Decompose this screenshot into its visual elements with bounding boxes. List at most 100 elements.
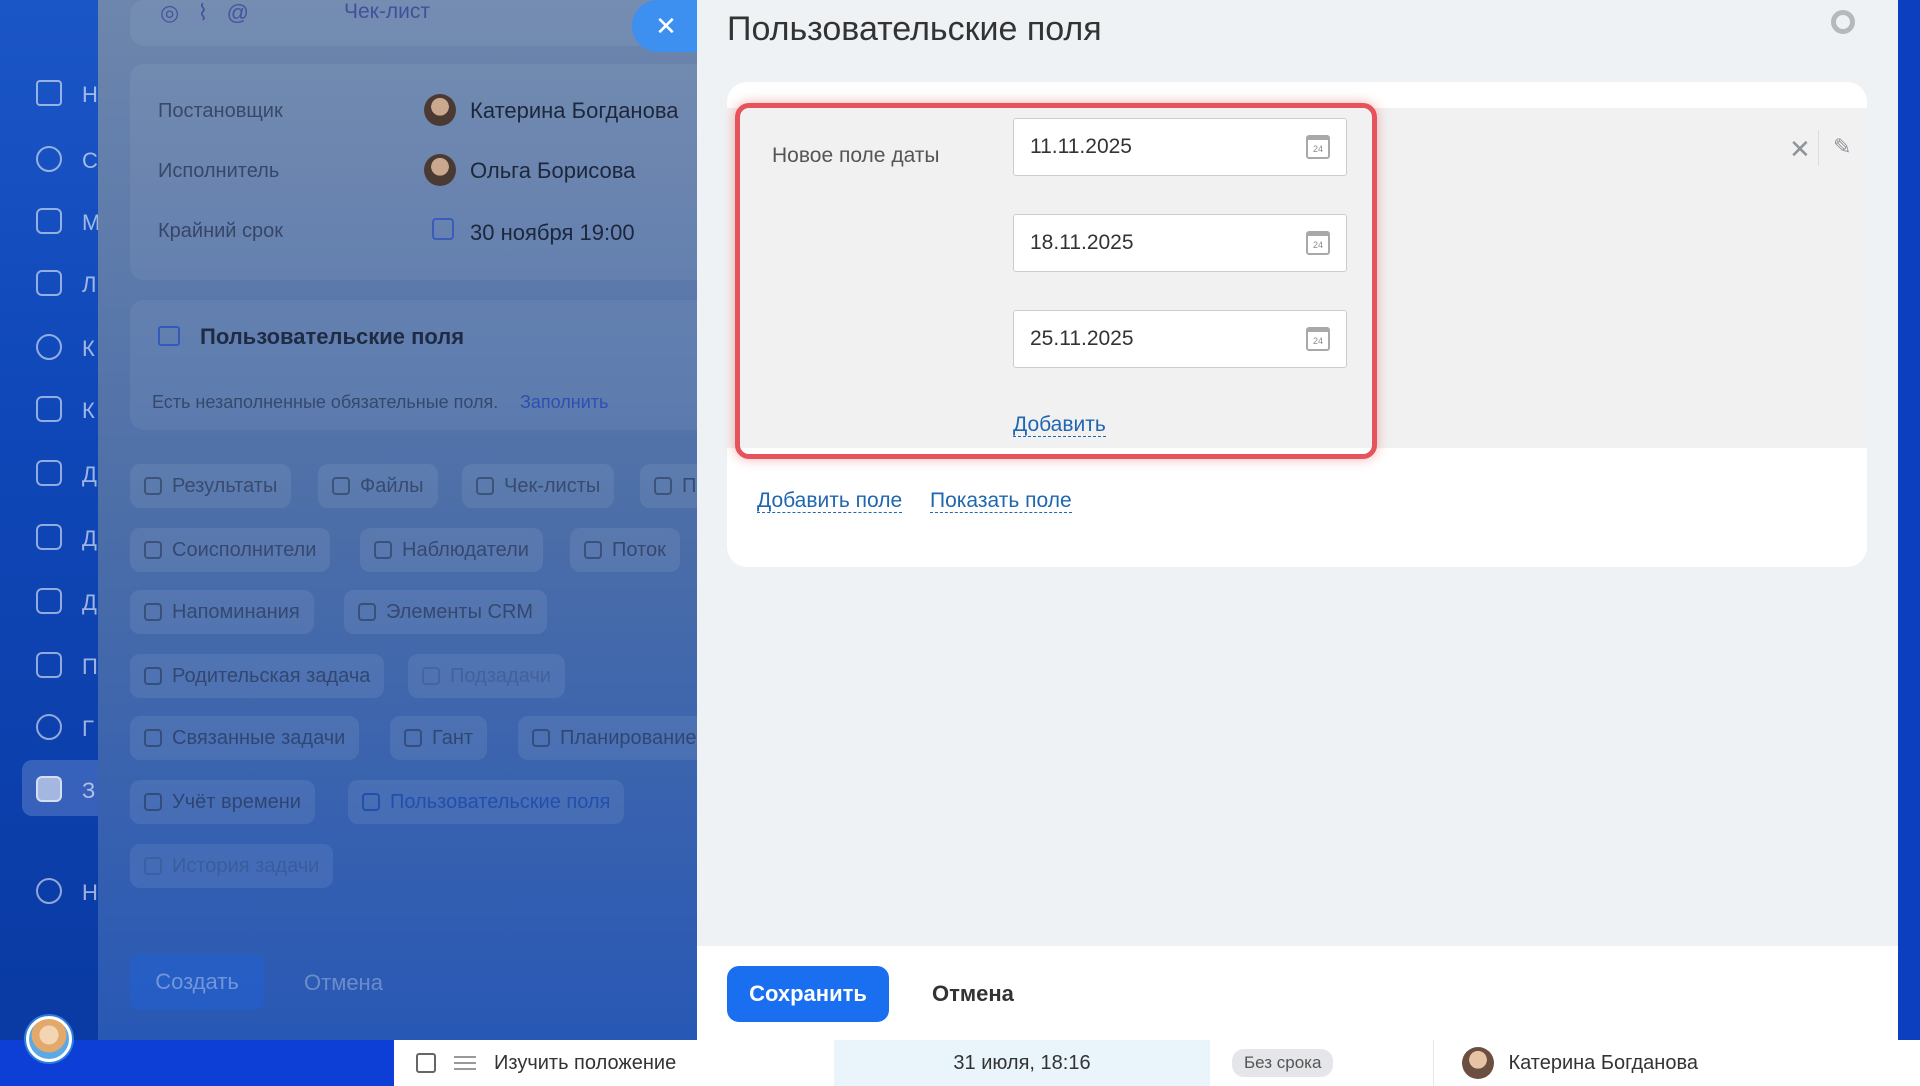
row-checkbox[interactable] [416,1053,436,1073]
assistant-avatar[interactable] [26,1016,72,1062]
table-row[interactable]: Изучить положение 31 июля, 18:16 Без сро… [394,1040,1920,1086]
cancel-button[interactable]: Отмена [932,981,1014,1007]
doc-icon[interactable] [36,524,62,550]
notice-text: Есть незаполненные обязательные поля. [152,392,499,412]
save-button[interactable]: Сохранить [727,966,889,1022]
assignee-label: Исполнитель [158,160,280,182]
bell-icon [144,603,162,621]
crm-icon [358,603,376,621]
mail-icon[interactable] [36,652,62,678]
left-sidebar: Н С М Л К К Д Д Д П Г З Н [0,0,100,1040]
planning-icon [532,729,550,747]
drive-icon[interactable] [36,460,62,486]
results-icon [144,477,162,495]
custom-fields-icon [362,793,380,811]
close-icon: ✕ [655,10,677,41]
task-date: 31 июля, 18:16 [953,1051,1091,1074]
custom-fields-icon [158,326,180,346]
clock-icon [144,793,162,811]
settings-icon[interactable] [36,878,62,904]
group-icon[interactable] [36,714,62,740]
cube-icon[interactable] [36,334,62,360]
avatar [424,154,456,186]
chip-checklists[interactable]: Чек-листы [462,464,615,508]
divider [1818,130,1819,166]
subtask-icon [422,667,440,685]
gantt-icon [404,729,422,747]
creator-name[interactable]: Катерина Богданова [470,98,679,124]
sidebar-item-label: Н [82,82,98,107]
chip-history[interactable]: История задачи [130,844,334,888]
highlight-frame [735,103,1377,459]
create-button[interactable]: Создать [130,954,264,1010]
deadline-label: Крайний срок [158,220,284,242]
chip-files[interactable]: Файлы [318,464,438,508]
sidebar-item-label: Г [82,716,94,741]
calendar-icon [432,218,454,240]
task-title[interactable]: Изучить положение [494,1052,834,1075]
feed-icon[interactable] [36,270,62,296]
sidebar-item-label: Д [82,526,97,551]
deadline-value[interactable]: 30 ноября 19:00 [470,220,635,246]
sidebar-item-label: З [82,778,96,803]
task-form-overlay: ◎ ⌇ @ Чек-лист Постановщик Катерина Богд… [98,0,730,1040]
tasks-icon[interactable] [36,776,62,802]
avatar [424,94,456,126]
chip-reminders[interactable]: Напоминания [130,590,314,634]
panel-footer: Сохранить Отмена [697,946,1898,1040]
cancel-button[interactable]: Отмена [304,970,383,996]
flow-icon [584,541,602,559]
chip-flow[interactable]: Поток [570,528,680,572]
sidebar-item-label: Д [82,590,97,615]
chip-gantt[interactable]: Гант [390,716,488,760]
chip-results[interactable]: Результаты [130,464,292,508]
link-icon [144,729,162,747]
edit-pencil-icon[interactable]: ✎ [1833,134,1851,160]
parent-task-icon [144,667,162,685]
eye-icon [374,541,392,559]
delete-field-icon[interactable]: ✕ [1789,134,1811,165]
task-date-cell: 31 июля, 18:16 [834,1040,1210,1086]
collab-icon[interactable] [36,146,62,172]
gear-icon[interactable] [1831,10,1855,34]
panel-edge [1898,0,1920,1040]
sidebar-item-label: Н [82,880,98,905]
board-icon[interactable] [36,588,62,614]
chip-coassignees[interactable]: Соисполнители [130,528,331,572]
toolbar-checklist[interactable]: Чек-лист [344,0,430,24]
add-field-link[interactable]: Добавить поле [757,490,903,513]
home-icon[interactable] [36,80,62,106]
clip-icon [332,477,350,495]
folder-icon [654,477,672,495]
chip-crm[interactable]: Элементы CRM [344,590,548,634]
creator-label: Постановщик [158,100,283,122]
custom-fields-title: Пользовательские поля [200,324,465,349]
chip-related-tasks[interactable]: Связанные задачи [130,716,360,760]
drag-handle-icon[interactable] [454,1056,476,1070]
history-icon [144,857,162,875]
chip-planning[interactable]: Планирование [518,716,711,760]
sidebar-item-label: П [82,654,98,679]
user-icon [144,541,162,559]
sidebar-item-label: С [82,148,98,173]
sidebar-item-label: К [82,336,95,361]
toolbar-icons: ◎ ⌇ @ [160,0,249,25]
column-divider [1433,1040,1435,1086]
chip-custom-fields[interactable]: Пользовательские поля [348,780,625,824]
chip-subtasks[interactable]: Подзадачи [408,654,565,698]
assignee-name[interactable]: Ольга Борисова [470,158,635,184]
show-field-link[interactable]: Показать поле [930,490,1072,513]
sidebar-item-label: Д [82,462,97,487]
checklist-icon [476,477,494,495]
chip-observers[interactable]: Наблюдатели [360,528,543,572]
avatar [1462,1047,1495,1079]
chip-time-tracking[interactable]: Учёт времени [130,780,315,824]
close-slider-button[interactable]: ✕ [632,0,700,52]
responsible-name[interactable]: Катерина Богданова [1508,1052,1698,1075]
chip-parent-task[interactable]: Родительская задача [130,654,385,698]
page-title: Пользовательские поля [727,10,1102,48]
chat-icon[interactable] [36,208,62,234]
status-badge: Без срока [1232,1049,1334,1077]
fill-link[interactable]: Заполнить [520,392,608,413]
calendar-icon[interactable] [36,396,62,422]
